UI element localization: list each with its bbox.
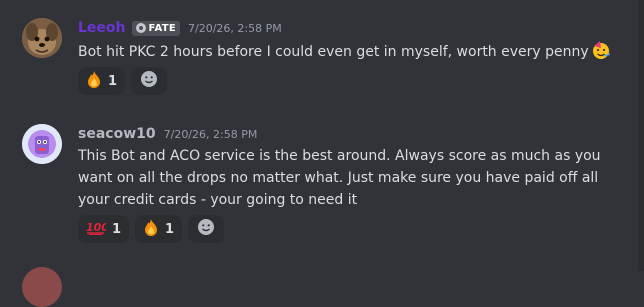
reaction-count: 1 — [165, 221, 175, 237]
add-reaction-button[interactable] — [188, 215, 225, 243]
username[interactable]: seacow10 — [78, 126, 156, 142]
reaction-count: 1 — [108, 73, 118, 89]
next-avatar-partial — [22, 267, 62, 307]
svg-text:100: 100 — [86, 221, 106, 234]
timestamp: 7/20/26, 2:58 PM — [188, 21, 282, 35]
timestamp: 7/20/26, 2:58 PM — [163, 127, 258, 141]
message-item: Leeoh FATE 7/20/26, 2:58 PM Bot hit PKC … — [0, 0, 644, 110]
reaction-count: 1 — [112, 221, 122, 237]
smiley-add-icon — [140, 70, 158, 92]
avatar[interactable] — [22, 124, 62, 164]
message-content: This Bot and ACO service is the best aro… — [78, 145, 633, 211]
message-content: Bot hit PKC 2 hours before I could even … — [78, 40, 633, 67]
reaction-fire[interactable]: 1 — [78, 67, 126, 95]
server-tag[interactable]: FATE — [131, 20, 180, 36]
partying-face-icon — [591, 40, 611, 67]
smiley-add-icon — [197, 218, 215, 240]
fire-icon — [143, 218, 159, 240]
message-item: seacow10 7/20/26, 2:58 PM This Bot and A… — [0, 110, 644, 307]
message-text: This Bot and ACO service is the best aro… — [78, 148, 601, 208]
fire-icon — [86, 70, 102, 92]
hundred-points-icon: 100 — [86, 219, 109, 239]
server-tag-label: FATE — [148, 22, 176, 34]
avatar[interactable] — [22, 18, 62, 58]
tag-badge-icon — [135, 23, 146, 33]
username[interactable]: Leeoh — [78, 20, 126, 36]
reaction-hundred-points[interactable]: 100 1 — [78, 215, 130, 243]
add-reaction-button[interactable] — [131, 67, 168, 95]
reaction-fire[interactable]: 1 — [135, 215, 183, 243]
message-text: Bot hit PKC 2 hours before I could even … — [78, 44, 589, 60]
